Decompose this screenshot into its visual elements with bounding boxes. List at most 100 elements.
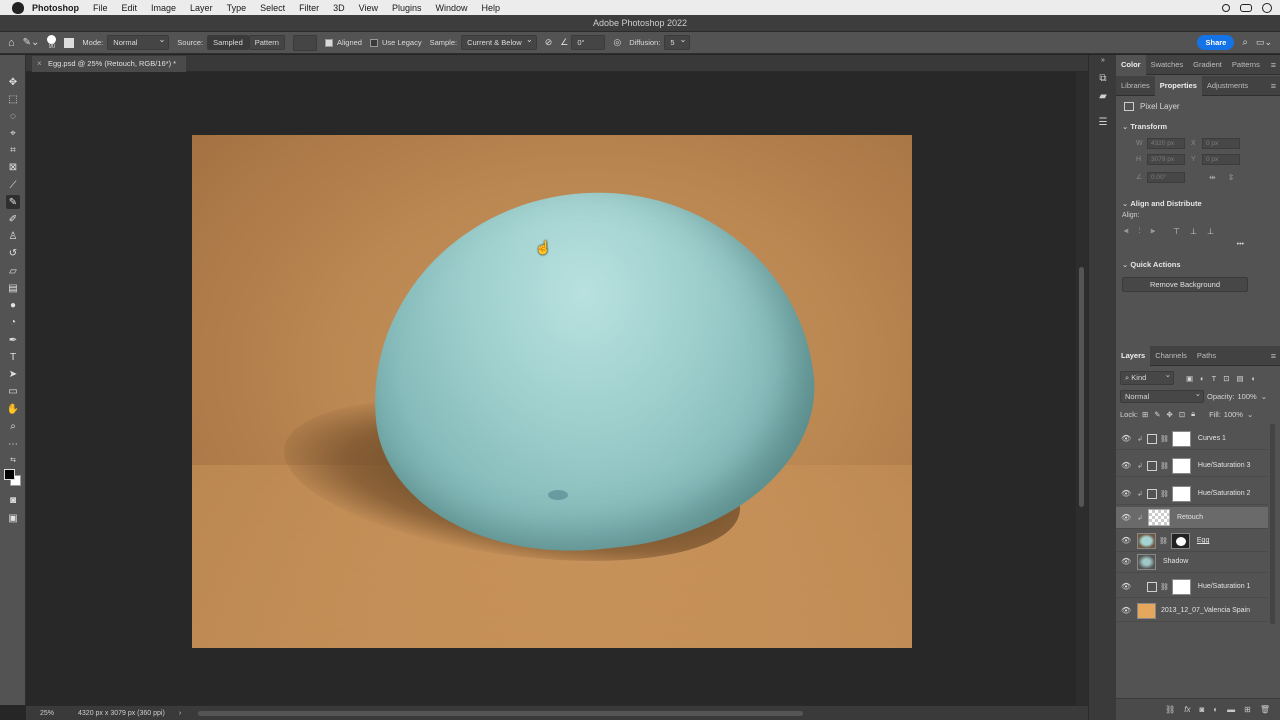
gradient-tool-icon[interactable]: ▤	[6, 281, 20, 295]
workspace-icon[interactable]: ▭⌄	[1256, 37, 1272, 48]
menu-file[interactable]: File	[93, 3, 108, 13]
layer-kind-filter[interactable]: ⌕ Kind	[1120, 370, 1174, 385]
layer-mask-thumbnail[interactable]	[1171, 430, 1191, 447]
comments-panel-icon[interactable]: ▰	[1097, 91, 1109, 103]
brush-tool-icon[interactable]: ✐	[6, 212, 20, 226]
filter-toggle-icon[interactable]: ◖	[1251, 374, 1256, 383]
home-icon[interactable]: ⌂	[8, 37, 15, 49]
link-chain-icon[interactable]: ⛓︎	[1159, 537, 1168, 545]
menu-layer[interactable]: Layer	[190, 3, 213, 13]
align-left-icon[interactable]: ⫷	[1124, 226, 1129, 236]
visibility-eye-icon[interactable]: 👁︎	[1121, 536, 1131, 545]
marquee-tool-icon[interactable]: ⬚	[6, 92, 20, 106]
menu-edit[interactable]: Edit	[122, 3, 138, 13]
tab-patterns[interactable]: Patterns	[1227, 55, 1265, 75]
mode-select[interactable]: Normal	[107, 35, 170, 50]
x-field[interactable]: 0 px	[1202, 137, 1240, 149]
visibility-eye-icon[interactable]: 👁︎	[1121, 582, 1131, 591]
flip-horizontal-icon[interactable]: ⇹	[1209, 173, 1216, 182]
object-selection-tool-icon[interactable]: ⌖	[6, 126, 20, 140]
quick-mask-icon[interactable]: ◙	[6, 493, 20, 507]
height-field[interactable]: 3079 px	[1147, 153, 1185, 165]
apple-icon[interactable]	[12, 1, 24, 14]
visibility-eye-icon[interactable]: 👁︎	[1121, 557, 1131, 566]
clone-stamp-tool-icon[interactable]: ♙	[6, 229, 20, 243]
document-canvas[interactable]	[192, 135, 912, 648]
transform-heading[interactable]: Transform	[1116, 116, 1280, 135]
control-center-icon[interactable]	[1240, 3, 1252, 12]
menu-filter[interactable]: Filter	[299, 3, 319, 13]
properties-panel-icon[interactable]: ☰	[1097, 117, 1109, 129]
menu-window[interactable]: Window	[436, 3, 468, 13]
layer-name[interactable]: Hue/Saturation 1	[1198, 583, 1251, 590]
vertical-scroll-thumb[interactable]	[1079, 267, 1084, 507]
healing-brush-tool-preset-icon[interactable]: ✎⌄	[23, 37, 40, 48]
close-tab-icon[interactable]: ×	[37, 56, 42, 72]
align-center-horizontal-icon[interactable]: ⫶	[1139, 226, 1141, 236]
layer-row-hue-saturation-1[interactable]: 👁︎ ⛓︎ Hue/Saturation 1	[1116, 576, 1268, 598]
layer-mask-thumbnail[interactable]	[1171, 578, 1191, 595]
layer-name[interactable]: Shadow	[1163, 558, 1188, 565]
tab-color[interactable]: Color	[1116, 54, 1146, 75]
layer-thumbnail-egg[interactable]	[1137, 532, 1156, 549]
align-middle-icon[interactable]: ⊥	[1190, 227, 1197, 236]
tab-layers[interactable]: Layers	[1116, 345, 1151, 366]
menu-app[interactable]: Photoshop	[32, 3, 79, 13]
angle-input[interactable]: 0°	[571, 35, 606, 50]
tab-libraries[interactable]: Libraries	[1116, 76, 1155, 96]
quick-actions-heading[interactable]: Quick Actions	[1116, 254, 1280, 273]
lock-all-icon[interactable]: 🔒︎	[1191, 409, 1195, 419]
zoom-tool-icon[interactable]: ⌕	[6, 419, 20, 433]
aligned-checkbox[interactable]: Aligned	[324, 38, 362, 47]
blur-tool-icon[interactable]: ●	[6, 298, 20, 312]
brush-settings-icon[interactable]	[64, 37, 75, 48]
brush-preset-picker[interactable]: 90	[47, 34, 57, 51]
align-distribute-heading[interactable]: Align and Distribute	[1116, 193, 1280, 212]
menu-type[interactable]: Type	[227, 3, 247, 13]
layer-mask-thumbnail[interactable]	[1170, 532, 1190, 549]
add-mask-icon[interactable]: ◙	[1199, 705, 1204, 714]
rectangle-tool-icon[interactable]: ▭	[6, 384, 20, 398]
width-field[interactable]: 4320 px	[1147, 137, 1185, 149]
edit-toolbar-icon[interactable]: ⋯	[6, 437, 20, 451]
pressure-size-icon[interactable]: ◎	[613, 37, 621, 48]
screen-mode-icon[interactable]: ▣	[6, 511, 20, 525]
layer-name[interactable]: Hue/Saturation 2	[1198, 490, 1251, 497]
lasso-tool-icon[interactable]: ◌	[6, 109, 20, 123]
menu-plugins[interactable]: Plugins	[392, 3, 422, 13]
blend-mode-select[interactable]: Normal	[1120, 389, 1204, 403]
visibility-eye-icon[interactable]: 👁︎	[1121, 489, 1131, 498]
link-layers-icon[interactable]: ⛓︎	[1165, 705, 1175, 714]
visibility-eye-icon[interactable]: 👁︎	[1121, 461, 1131, 470]
tab-adjustments[interactable]: Adjustments	[1202, 76, 1253, 96]
layer-name[interactable]: Curves 1	[1198, 435, 1226, 442]
menu-image[interactable]: Image	[151, 3, 176, 13]
menu-select[interactable]: Select	[260, 3, 285, 13]
layer-row-hue-saturation-2[interactable]: 👁︎ ↲ ⛓︎ Hue/Saturation 2	[1116, 483, 1268, 505]
layer-name[interactable]: 2013_12_07_Valencia Spain	[1161, 607, 1250, 614]
visibility-eye-icon[interactable]: 👁︎	[1121, 606, 1131, 615]
horizontal-scrollbar[interactable]	[198, 711, 803, 716]
siri-icon[interactable]	[1262, 2, 1272, 13]
filter-type-icon[interactable]: T	[1212, 374, 1217, 383]
crop-tool-icon[interactable]: ⌗	[6, 143, 20, 157]
remove-background-button[interactable]: Remove Background	[1122, 277, 1248, 292]
layer-row-egg[interactable]: 👁︎ ⛓︎ Egg	[1116, 530, 1268, 552]
eraser-tool-icon[interactable]: ▱	[6, 264, 20, 278]
link-chain-icon[interactable]: ⛓︎	[1160, 435, 1169, 443]
pen-tool-icon[interactable]: ✒	[6, 333, 20, 347]
frame-tool-icon[interactable]: ⊠	[6, 160, 20, 174]
layer-row-hue-saturation-3[interactable]: 👁︎ ↲ ⛓︎ Hue/Saturation 3	[1116, 455, 1268, 477]
diffusion-select[interactable]: 5	[664, 35, 691, 50]
path-selection-tool-icon[interactable]: ➤	[6, 367, 20, 381]
eyedropper-tool-icon[interactable]: ⟋	[6, 178, 20, 192]
lock-image-icon[interactable]: ✎	[1154, 410, 1160, 419]
source-pattern-button[interactable]: Pattern	[248, 35, 285, 50]
lock-transparent-icon[interactable]: ⊞	[1142, 410, 1148, 419]
layer-name[interactable]: Egg	[1197, 537, 1209, 544]
layer-row-curves-1[interactable]: 👁︎ ↲ ⛓︎ Curves 1	[1116, 428, 1268, 450]
layer-thumbnail-shadow[interactable]	[1137, 553, 1156, 570]
link-chain-icon[interactable]: ⛓︎	[1160, 490, 1169, 498]
filter-adjustment-icon[interactable]: ◐	[1200, 374, 1205, 383]
sample-select[interactable]: Current & Below	[461, 35, 537, 50]
